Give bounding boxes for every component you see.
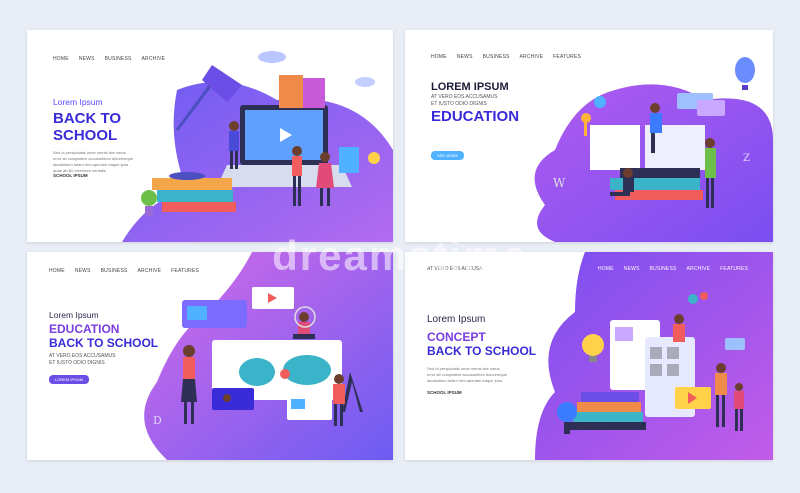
plant-icon: [141, 190, 157, 206]
subtitle-text: AT VERO EOS ACCUSAMUS ET IUSTO ODIO DIGN…: [431, 94, 498, 108]
lightbulb-icon: [368, 152, 380, 164]
top-text: AT VERO EOS ACCUSA: [427, 266, 483, 272]
lorem-ipsum-button[interactable]: LOREM IPSUM: [49, 375, 90, 384]
nav-news[interactable]: NEWS: [624, 266, 640, 272]
title-line: BACK TO: [53, 110, 122, 127]
card-education-back-to-school: D HOME NEWS BUSINESS ARCHIVE FEATURES Lo…: [27, 252, 393, 460]
body-text: Sed ut perspiciatis unde omnis iste natu…: [427, 366, 522, 384]
nav-home[interactable]: HOME: [598, 266, 614, 272]
nav-business[interactable]: BUSINESS: [483, 54, 510, 60]
letter-z-decor: Z: [743, 153, 750, 164]
nav-business[interactable]: BUSINESS: [650, 266, 677, 272]
cloud-icon: [355, 77, 375, 87]
eyebrow-text: LOREM IPSUM: [431, 81, 509, 93]
eyebrow-text: Lorem Ipsum: [49, 310, 99, 320]
cloud-icon: [258, 51, 286, 63]
subtitle-line: ET IUSTO ODIO DIGNIS: [49, 359, 105, 366]
top-nav: HOME NEWS BUSINESS ARCHIVE FEATURES: [431, 54, 581, 60]
nav-home[interactable]: HOME: [431, 54, 447, 60]
nav-archive[interactable]: ARCHIVE: [687, 266, 711, 272]
music-note-icon: [688, 294, 698, 304]
chat-bubble-icon: [725, 338, 745, 350]
book-stack: [577, 402, 641, 412]
top-nav: HOME NEWS BUSINESS ARCHIVE FEATURES: [598, 266, 748, 272]
title-line: CONCEPT: [427, 330, 486, 344]
nav-features[interactable]: FEATURES: [720, 266, 748, 272]
card-concept-back-to-school: AT VERO EOS ACCUSA HOME NEWS BUSINESS AR…: [405, 252, 773, 460]
card-education: W Z HOME NEWS BUSINESS ARCHIVE FEATURES …: [405, 30, 773, 242]
subtitle-text: AT VERO EOS ACCUSAMUS ET IUSTO ODIO DIGN…: [49, 353, 116, 367]
pencil-cup-icon: [339, 147, 359, 173]
book-stack: [157, 190, 233, 202]
nav-archive[interactable]: ARCHIVE: [520, 54, 544, 60]
top-nav: HOME NEWS BUSINESS ARCHIVE FEATURES: [49, 268, 199, 274]
page-title: BACK TO SCHOOL: [53, 110, 121, 145]
chat-bubble-icon: [697, 100, 725, 116]
music-note-icon: [594, 96, 606, 108]
card-back-to-school: HOME NEWS BUSINESS ARCHIVE Lorem Ipsum B…: [27, 30, 393, 242]
book-stack: [162, 202, 236, 212]
book-icon: [303, 78, 325, 108]
eyebrow-text: Lorem Ipsum: [53, 97, 103, 107]
nav-home[interactable]: HOME: [53, 56, 69, 62]
nav-news[interactable]: NEWS: [79, 56, 95, 62]
hot-air-balloon-icon: [735, 57, 755, 90]
nav-business[interactable]: BUSINESS: [105, 56, 132, 62]
book-stack: [570, 422, 646, 430]
read-more-link[interactable]: SCHOOL IPSUM: [53, 173, 88, 178]
title-line: BACK TO SCHOOL: [427, 343, 537, 358]
nav-features[interactable]: FEATURES: [553, 54, 581, 60]
title-line: SCHOOL: [53, 127, 118, 145]
title-line: BACK TO SCHOOL: [49, 335, 159, 350]
book-stack: [573, 412, 643, 422]
book-icon: [279, 75, 303, 108]
title-line: EDUCATION: [49, 322, 120, 336]
nav-news[interactable]: NEWS: [75, 268, 91, 274]
subtitle-line: AT VERO EOS ACCUSAMUS: [431, 94, 498, 100]
heart-icon: [700, 292, 708, 300]
nav-business[interactable]: BUSINESS: [101, 268, 128, 274]
student-figure: [673, 314, 685, 342]
page-title: CONCEPT BACK TO SCHOOL: [427, 330, 537, 359]
see-more-button[interactable]: SEE MORE: [431, 151, 465, 160]
nav-news[interactable]: NEWS: [457, 54, 473, 60]
globe-icon: [557, 402, 577, 422]
page-title: EDUCATION: [431, 108, 520, 125]
letter-w-decor: W: [553, 176, 566, 190]
nav-features[interactable]: FEATURES: [171, 268, 199, 274]
page-title: EDUCATION BACK TO SCHOOL: [49, 322, 159, 351]
video-call-card: [212, 388, 254, 410]
top-nav: HOME NEWS BUSINESS ARCHIVE: [53, 56, 165, 62]
globe-continent: [239, 358, 275, 386]
nav-archive[interactable]: ARCHIVE: [138, 268, 162, 274]
body-text: Sed ut perspiciatis unde omnis iste natu…: [53, 150, 148, 174]
illustration-reading: W Z: [534, 57, 773, 242]
read-more-link[interactable]: SCHOOL IPSUM: [427, 390, 462, 395]
nav-archive[interactable]: ARCHIVE: [142, 56, 166, 62]
nav-home[interactable]: HOME: [49, 268, 65, 274]
lightbulb-icon: [582, 334, 604, 356]
lamp-base: [169, 172, 205, 180]
open-book-left: [590, 125, 640, 170]
letter-d-decor: D: [153, 414, 162, 427]
book-stack: [581, 392, 639, 402]
body-line: laudantium totam rem aperiam eaque ipsa: [427, 378, 502, 383]
map-pin-icon: [280, 369, 290, 379]
subtitle-line: ET IUSTO ODIO DIGNIS: [431, 100, 487, 107]
subtitle-line: AT VERO EOS ACCUSAMUS: [49, 353, 116, 359]
eyebrow-text: Lorem Ipsum: [427, 314, 486, 325]
globe-continent: [283, 355, 331, 385]
